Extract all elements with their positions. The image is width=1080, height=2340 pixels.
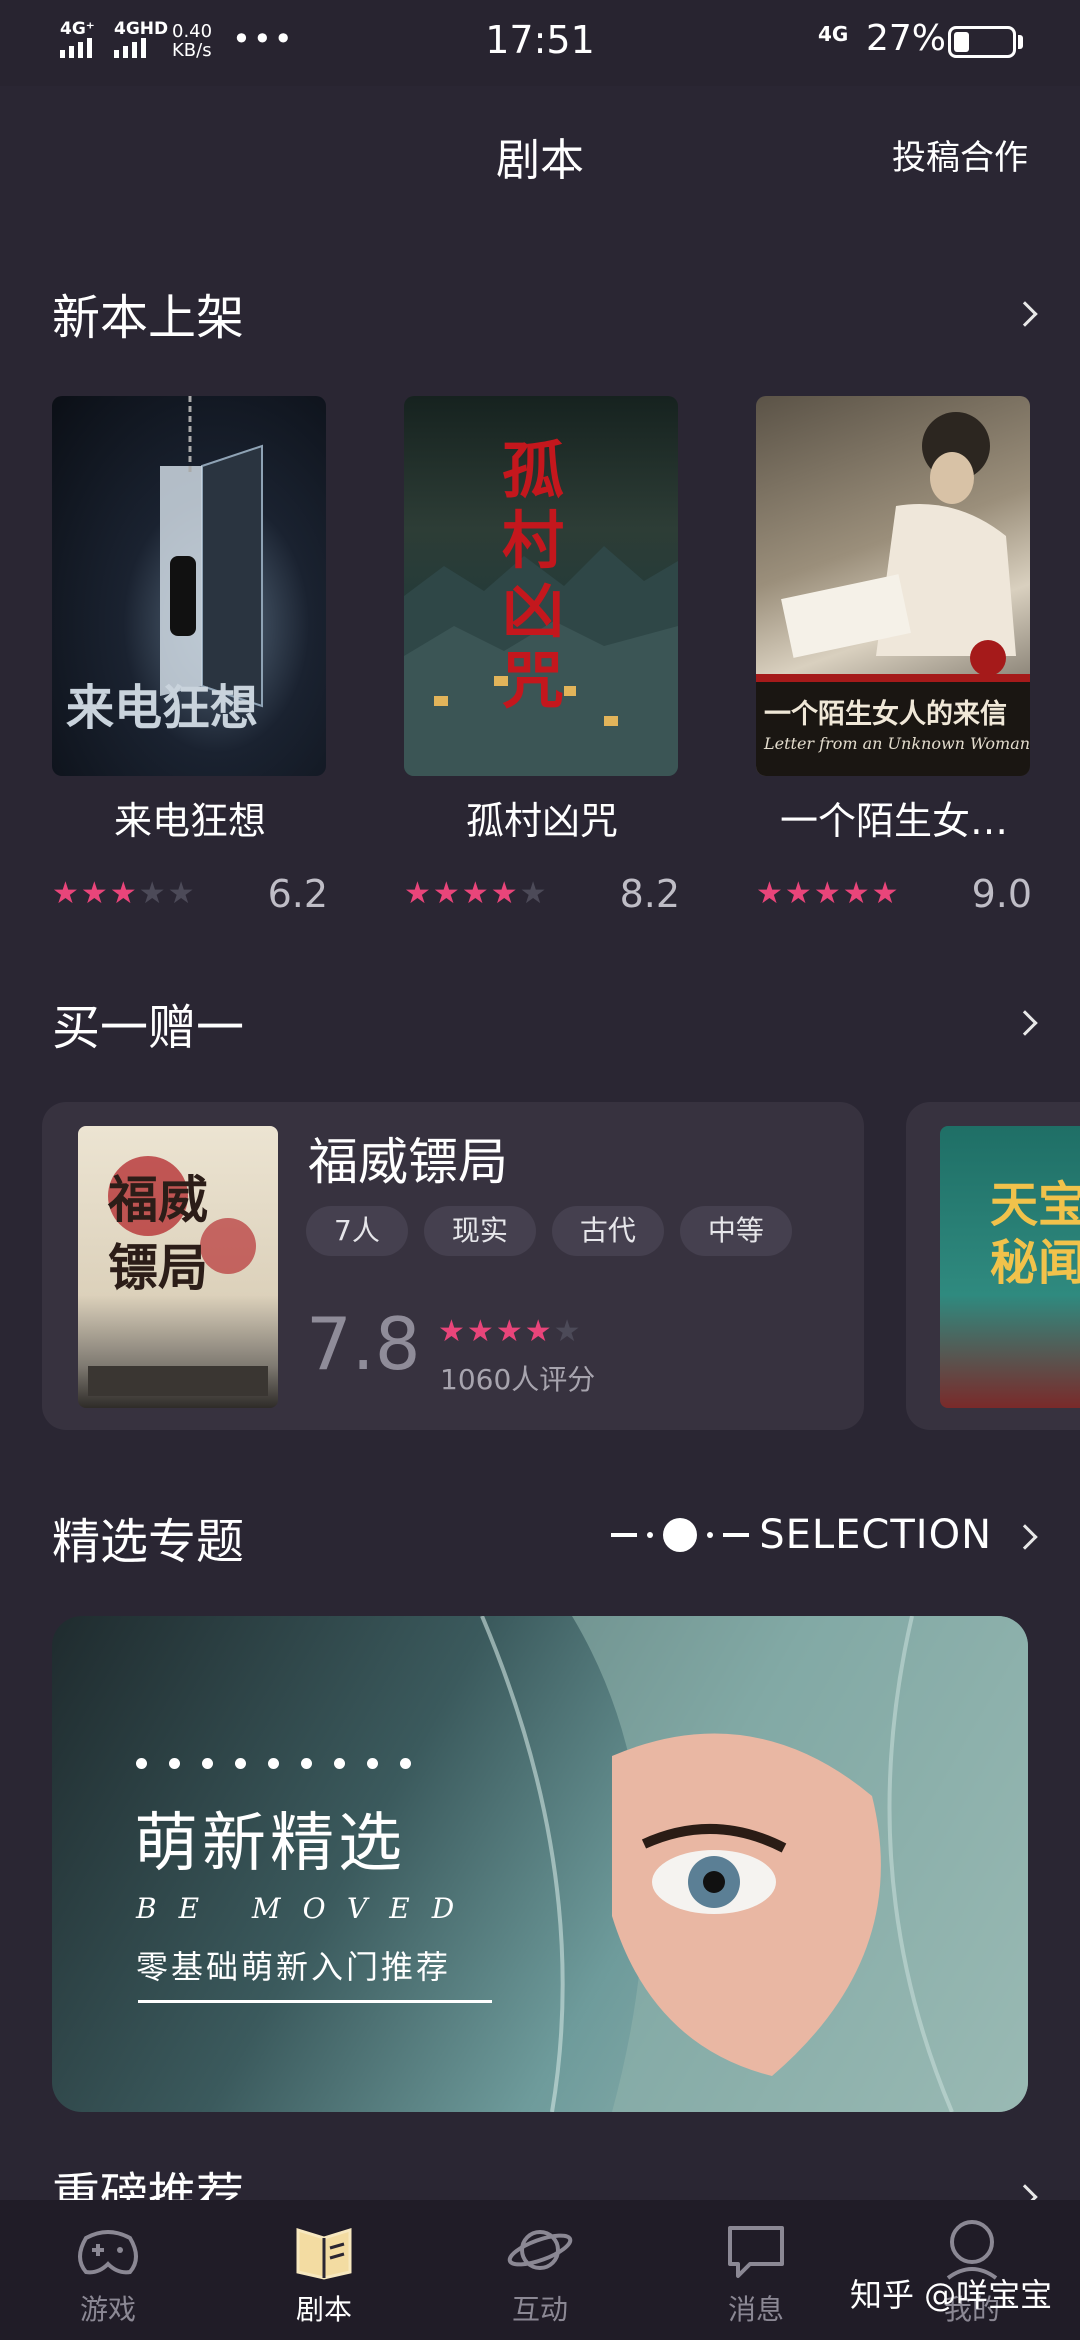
tag-genre[interactable]: 现实 bbox=[423, 1206, 536, 1256]
promo-score: 7.8 bbox=[306, 1302, 421, 1386]
star-filled-icon: ★ bbox=[466, 1314, 494, 1349]
section-title-bogo: 买一赠一 bbox=[52, 1000, 245, 1056]
section-title-selection: 精选专题 bbox=[52, 1514, 245, 1570]
book-score: 8.2 bbox=[619, 872, 680, 916]
book-cover-title: 一个陌生女人的来信 bbox=[764, 699, 1007, 730]
selection-more-chevron-icon[interactable] bbox=[1012, 1524, 1038, 1550]
book-score: 6.2 bbox=[267, 872, 328, 916]
star-filled-icon: ★ bbox=[438, 1314, 465, 1349]
book-title: 来电狂想 bbox=[113, 799, 266, 843]
star-empty-icon: ★ bbox=[167, 876, 195, 911]
book-cover[interactable]: 来电狂想 bbox=[52, 396, 326, 776]
new-releases-more-chevron-icon[interactable] bbox=[1012, 301, 1038, 327]
star-filled-icon: ★ bbox=[495, 1314, 523, 1349]
dot-decoration bbox=[647, 1532, 654, 1538]
rating-count: 1060人评分 bbox=[440, 1363, 596, 1396]
battery-percent: 27% bbox=[866, 18, 947, 59]
star-rating: ★ ★ ★ ★ ★ bbox=[438, 1314, 581, 1350]
star-empty-icon: ★ bbox=[553, 1314, 581, 1349]
promo-cover[interactable]: 福威镖局 bbox=[78, 1126, 278, 1408]
star-filled-icon: ★ bbox=[404, 876, 431, 911]
nav-item-interact[interactable]: 互动 bbox=[432, 2200, 648, 2340]
promo-cover-title: 福威镖局 bbox=[108, 1170, 208, 1297]
promo-cover[interactable]: 天宝秘闻 bbox=[940, 1126, 1080, 1408]
book-cover[interactable]: 一个陌生女人的来信 Letter from an Unknown Woman bbox=[756, 396, 1030, 776]
banner-subtitle: 零基础萌新入门推荐 bbox=[136, 1948, 452, 1986]
star-empty-icon: ★ bbox=[519, 876, 547, 911]
banner-underline bbox=[138, 2000, 492, 2003]
promo-title: 福威镖局 bbox=[308, 1133, 508, 1191]
star-rating: ★ ★ ★ ★ ★ bbox=[756, 876, 899, 912]
tag-era[interactable]: 古代 bbox=[551, 1206, 664, 1256]
banner-en: BE MOVED bbox=[136, 1892, 477, 1925]
watermark: 知乎 @咩宝宝 bbox=[850, 2276, 1053, 2314]
star-filled-icon: ★ bbox=[871, 876, 899, 911]
book-cover[interactable]: 孤村凶咒 bbox=[404, 396, 678, 776]
star-rating: ★ ★ ★ ★ ★ bbox=[52, 876, 195, 912]
tag-players[interactable]: 7人 bbox=[306, 1206, 408, 1256]
promo-card[interactable]: 福威镖局 福威镖局 7人 现实 古代 中等 7.8 ★ ★ ★ ★ ★ 1060人评分 bbox=[42, 1102, 864, 1430]
promo-card[interactable]: 天宝秘闻 bbox=[906, 1102, 1080, 1430]
submit-cooperation-link[interactable]: 投稿合作 bbox=[892, 130, 1028, 179]
nav-item-scripts[interactable]: 剧本 bbox=[216, 2200, 432, 2340]
selection-label: SELECTION bbox=[611, 1512, 992, 1558]
message-icon bbox=[728, 2226, 784, 2278]
bogo-more-chevron-icon[interactable] bbox=[1012, 1010, 1038, 1036]
book-title: 一个陌生女… bbox=[779, 799, 1008, 843]
planet-icon bbox=[507, 2230, 573, 2270]
tag-difficulty[interactable]: 中等 bbox=[679, 1206, 792, 1256]
gamepad-icon bbox=[78, 2230, 138, 2275]
selection-banner[interactable]: 萌新精选 BE MOVED 零基础萌新入门推荐 bbox=[52, 1616, 1028, 2112]
star-filled-icon: ★ bbox=[524, 1314, 552, 1349]
nav-item-messages[interactable]: 消息 bbox=[648, 2200, 864, 2340]
bottom-navigation: 游戏 剧本 互动 消息 我的 知乎 @咩宝宝 bbox=[0, 2200, 1080, 2340]
mascot-icon bbox=[663, 1518, 698, 1552]
star-filled-icon: ★ bbox=[813, 876, 841, 911]
book-score: 9.0 bbox=[971, 872, 1032, 916]
tag-list: 7人 现实 古代 中等 bbox=[306, 1206, 792, 1256]
book-rating: ★ ★ ★ ★ ★ 9.0 bbox=[756, 872, 1032, 918]
banner-title: 萌新精选 bbox=[134, 1807, 406, 1881]
book-cover-subtitle: Letter from an Unknown Woman bbox=[764, 734, 1030, 753]
star-rating: ★ ★ ★ ★ ★ bbox=[404, 876, 547, 912]
network-indicator-3: 4G bbox=[818, 22, 849, 46]
status-bar: 4G⁺ 4GHD 0.40 KB/s ••• 17:51 4G 27% bbox=[0, 0, 1080, 86]
star-filled-icon: ★ bbox=[432, 876, 460, 911]
book-cover-title: 孤村凶咒 bbox=[502, 434, 565, 717]
book-cover-title: 来电狂想 bbox=[66, 680, 259, 736]
book-icon bbox=[296, 2227, 352, 2280]
star-filled-icon: ★ bbox=[52, 876, 79, 911]
dot-decoration bbox=[707, 1532, 714, 1538]
promo-cover-title: 天宝秘闻 bbox=[990, 1177, 1080, 1291]
star-empty-icon: ★ bbox=[138, 876, 166, 911]
dash-decoration bbox=[611, 1533, 638, 1537]
banner-dots bbox=[136, 1758, 411, 1769]
book-title: 孤村凶咒 bbox=[465, 799, 618, 843]
star-filled-icon: ★ bbox=[109, 876, 137, 911]
section-title-new-releases: 新本上架 bbox=[52, 290, 245, 346]
star-filled-icon: ★ bbox=[80, 876, 108, 911]
book-rating: ★ ★ ★ ★ ★ 8.2 bbox=[404, 872, 680, 918]
battery-level bbox=[954, 32, 969, 52]
battery-icon bbox=[948, 26, 1016, 58]
star-filled-icon: ★ bbox=[490, 876, 518, 911]
book-rating: ★ ★ ★ ★ ★ 6.2 bbox=[52, 872, 328, 918]
star-filled-icon: ★ bbox=[842, 876, 870, 911]
dash-decoration bbox=[723, 1533, 750, 1537]
battery-tip bbox=[1018, 35, 1023, 49]
nav-item-games[interactable]: 游戏 bbox=[0, 2200, 216, 2340]
star-filled-icon: ★ bbox=[784, 876, 812, 911]
selection-en-text: SELECTION bbox=[759, 1512, 992, 1558]
star-filled-icon: ★ bbox=[461, 876, 489, 911]
star-filled-icon: ★ bbox=[756, 876, 783, 911]
